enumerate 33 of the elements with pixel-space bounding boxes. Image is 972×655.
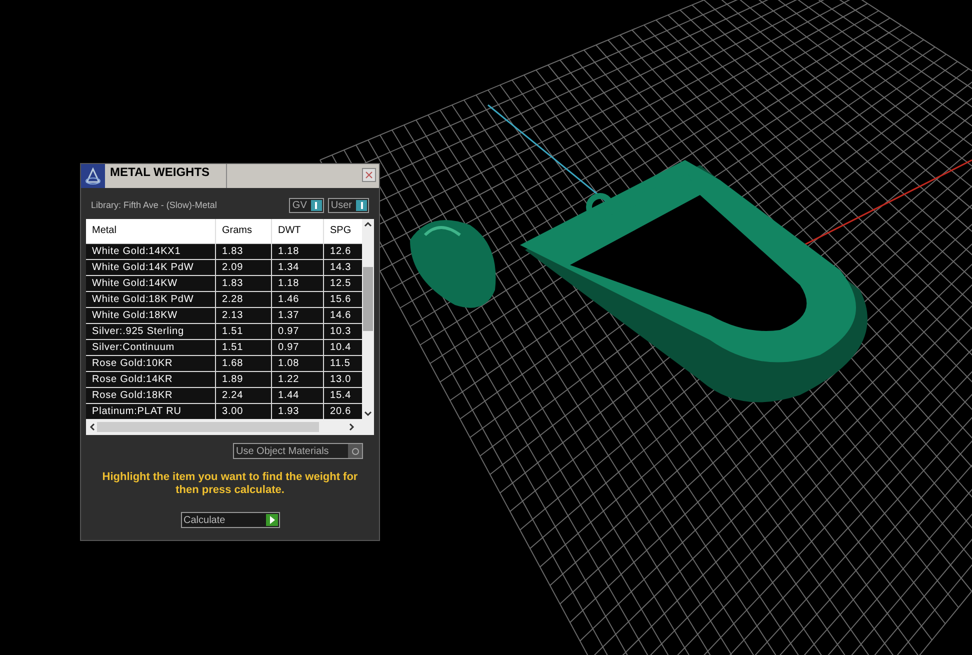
toggle-switch[interactable]: GV: [289, 198, 324, 213]
chevron-right-icon: [349, 423, 355, 431]
window-title: METAL WEIGHTS: [105, 164, 227, 188]
instruction-text: Highlight the item you want to find the weight for then press calculate.: [101, 470, 359, 497]
table-row[interactable]: Rose Gold:10KR 1.68 1.08 11.5: [86, 355, 362, 371]
chevron-left-icon: [89, 423, 95, 431]
use-object-materials-toggle[interactable]: Use Object Materials: [233, 443, 363, 459]
chevron-up-icon: [364, 221, 372, 227]
table-row[interactable]: White Gold:14KW 1.83 1.18 12.5: [86, 275, 362, 291]
table-row[interactable]: White Gold:14K PdW 2.09 1.34 14.3: [86, 259, 362, 275]
close-icon: [365, 171, 373, 179]
table-cell: 1.93: [272, 404, 324, 419]
app-logo-icon: [81, 164, 105, 188]
toggle-label: User: [330, 200, 352, 210]
table-row[interactable]: White Gold:14KX1 1.83 1.18 12.6: [86, 243, 362, 259]
table-cell: 3.00: [216, 404, 272, 419]
table-cell: Platinum:PLAT RU: [86, 404, 216, 419]
vertical-scrollbar[interactable]: [362, 219, 374, 419]
close-button[interactable]: [362, 168, 376, 182]
chevron-down-icon: [364, 411, 372, 417]
table-row[interactable]: Silver:Continuum 1.51 0.97 10.4: [86, 339, 362, 355]
table-row[interactable]: Rose Gold:18KR 2.24 1.44 15.4: [86, 387, 362, 403]
play-icon: [266, 514, 278, 526]
table-row[interactable]: Rose Gold:14KR 1.89 1.22 13.0: [86, 371, 362, 387]
toggle-switch[interactable]: User: [328, 198, 369, 213]
calculate-button[interactable]: Calculate: [180, 512, 280, 528]
toggle-label: GV: [292, 200, 307, 210]
table-row[interactable]: Platinum:PLAT RU 3.00 1.93 20.6: [86, 403, 362, 419]
library-label: Library: Fifth Ave - (Slow)-Metal: [91, 198, 217, 212]
table-row[interactable]: White Gold:18K PdW 2.28 1.46 15.6: [86, 291, 362, 307]
toggle-label: Use Object Materials: [236, 444, 329, 458]
table-row[interactable]: White Gold:18KW 2.13 1.37 14.6: [86, 307, 362, 323]
table-row[interactable]: Silver:.925 Sterling 1.51 0.97 10.3: [86, 323, 362, 339]
